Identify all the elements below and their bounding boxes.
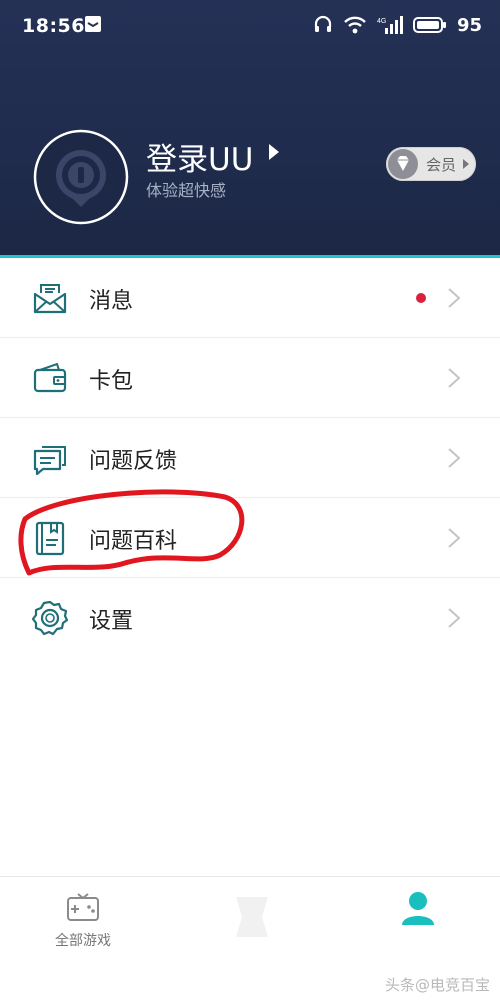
book-icon xyxy=(35,521,65,556)
unread-dot xyxy=(416,293,426,303)
diamond-icon xyxy=(388,149,418,179)
status-time: 18:56 xyxy=(22,15,85,37)
envelope-icon xyxy=(33,284,67,314)
gear-icon xyxy=(31,600,69,636)
vip-badge[interactable]: 会员 xyxy=(386,147,476,181)
bottom-nav: 全部游戏 头条@电竞百宝 xyxy=(0,876,500,1001)
chevron-right-icon xyxy=(448,448,461,468)
chevron-right-icon xyxy=(448,368,461,388)
profile-icon[interactable] xyxy=(398,889,438,929)
menu-item-wiki[interactable]: 问题百科 xyxy=(0,498,500,578)
menu-item-label: 问题百科 xyxy=(89,529,178,554)
headset-icon xyxy=(314,15,332,32)
battery-level: 95 xyxy=(456,14,482,36)
menu-item-label: 问题反馈 xyxy=(89,449,178,474)
menu-item-settings[interactable]: 设置 xyxy=(0,578,500,657)
battery-icon xyxy=(412,17,446,33)
caret-right-icon xyxy=(463,159,469,169)
settings-menu: 消息 卡包 问题反馈 问题百科 设置 xyxy=(0,258,500,657)
profile-header: 18:56 4G 95 登录UU 体验超快感 会员 xyxy=(0,0,500,255)
caret-right-icon xyxy=(269,144,279,160)
notification-icon xyxy=(85,16,101,32)
login-title[interactable]: 登录UU xyxy=(146,134,253,179)
nav-tab-label: 全部游戏 xyxy=(55,933,111,949)
status-icons: 4G 95 xyxy=(313,14,482,36)
nav-tab-all-games[interactable]: 全部游戏 xyxy=(40,892,126,950)
wifi-icon xyxy=(344,16,366,34)
chevron-right-icon xyxy=(448,608,461,628)
watermark: 头条@电竞百宝 xyxy=(384,976,490,994)
signal-4g-icon: 4G xyxy=(377,16,403,34)
chevron-right-icon xyxy=(448,288,461,308)
login-subtitle: 体验超快感 xyxy=(146,181,227,200)
gamepad-icon xyxy=(67,893,99,921)
menu-item-label: 消息 xyxy=(89,289,134,314)
menu-item-label: 设置 xyxy=(89,609,134,634)
vip-label: 会员 xyxy=(426,156,457,174)
svg-text:4G: 4G xyxy=(377,18,386,25)
chevron-right-icon xyxy=(448,528,461,548)
menu-item-wallet[interactable]: 卡包 xyxy=(0,338,500,418)
avatar[interactable] xyxy=(33,129,129,225)
menu-item-label: 卡包 xyxy=(89,369,134,394)
menu-item-messages[interactable]: 消息 xyxy=(0,258,500,338)
status-bar: 18:56 4G 95 xyxy=(0,0,500,52)
menu-item-feedback[interactable]: 问题反馈 xyxy=(0,418,500,498)
feedback-chat-icon xyxy=(33,446,66,476)
wallet-icon xyxy=(33,362,67,393)
boost-icon[interactable] xyxy=(222,887,282,947)
